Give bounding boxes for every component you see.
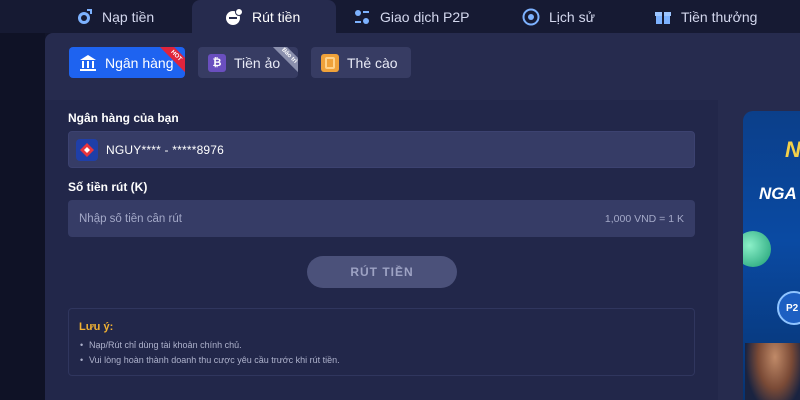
tab-label: Nạp tiền xyxy=(102,8,155,25)
amount-input[interactable] xyxy=(79,212,479,225)
banner-headline: N xyxy=(785,137,800,162)
withdraw-panel: Ngân hàng HOT ₿ Tiền ảo Bảo trì Thẻ cào … xyxy=(45,33,800,400)
bank-label: Ngân hàng của bạn xyxy=(68,111,179,125)
bank-select[interactable]: NGUY**** - *****8976 xyxy=(68,131,695,168)
gift-icon xyxy=(654,8,672,26)
tab-bank[interactable]: Ngân hàng HOT xyxy=(69,47,185,78)
bitcoin-icon: ₿ xyxy=(208,53,226,72)
tab-bonus[interactable]: Tiền thưởng xyxy=(654,0,764,33)
coin-icon xyxy=(743,231,771,267)
top-nav: Nạp tiền Rút tiền Giao dịch P2P Lịch sử … xyxy=(0,0,800,33)
bank-icon xyxy=(79,54,97,72)
tab-p2p[interactable]: Giao dịch P2P xyxy=(353,0,498,33)
tab-label: Giao dịch P2P xyxy=(380,8,470,25)
left-strip xyxy=(0,33,45,400)
amount-label: Số tiền rút (K) xyxy=(68,180,148,194)
bank-account-value: NGUY**** - *****8976 xyxy=(106,142,225,157)
p2p-badge: P2 xyxy=(777,291,800,325)
amount-field: 1,000 VND = 1 K xyxy=(68,200,695,237)
withdraw-button[interactable]: RÚT TIỀN xyxy=(307,256,457,288)
banner-figure xyxy=(745,343,800,400)
tab-history[interactable]: Lịch sử xyxy=(522,0,602,33)
note-box: Lưu ý: Nạp/Rút chỉ dùng tài khoản chính … xyxy=(68,308,695,376)
tab-card[interactable]: Thẻ cào xyxy=(311,47,411,78)
tab-label: Lịch sử xyxy=(549,8,595,25)
withdraw-form: Ngân hàng của bạn NGUY**** - *****8976 S… xyxy=(45,100,718,400)
p2p-icon xyxy=(353,8,371,26)
banner-subheadline: NGA xyxy=(759,184,797,203)
note-item: Nạp/Rút chỉ dùng tài khoản chính chủ. xyxy=(79,338,684,353)
history-icon xyxy=(522,8,540,26)
note-list: Nạp/Rút chỉ dùng tài khoản chính chủ. Vu… xyxy=(79,338,684,368)
note-title: Lưu ý: xyxy=(79,321,114,333)
tab-label: Rút tiền xyxy=(252,8,301,25)
subtab-label: Ngân hàng xyxy=(105,54,174,71)
subtab-label: Thẻ cào xyxy=(347,54,398,71)
promo-banner[interactable]: N NGA P2 xyxy=(743,111,800,400)
tab-deposit[interactable]: Nạp tiền xyxy=(75,0,185,33)
card-icon xyxy=(321,53,339,72)
exchange-rate: 1,000 VND = 1 K xyxy=(604,212,684,225)
method-tabs: Ngân hàng HOT ₿ Tiền ảo Bảo trì Thẻ cào xyxy=(69,47,411,78)
tab-label: Tiền thưởng xyxy=(681,8,758,25)
bank-logo-icon xyxy=(76,138,98,161)
tab-withdraw[interactable]: Rút tiền xyxy=(192,0,336,33)
note-item: Vui lòng hoàn thành doanh thu cược yêu c… xyxy=(79,353,684,368)
deposit-icon xyxy=(75,8,93,26)
withdraw-icon xyxy=(225,7,243,26)
subtab-label: Tiền ảo xyxy=(234,54,281,71)
tab-crypto[interactable]: ₿ Tiền ảo Bảo trì xyxy=(198,47,298,78)
